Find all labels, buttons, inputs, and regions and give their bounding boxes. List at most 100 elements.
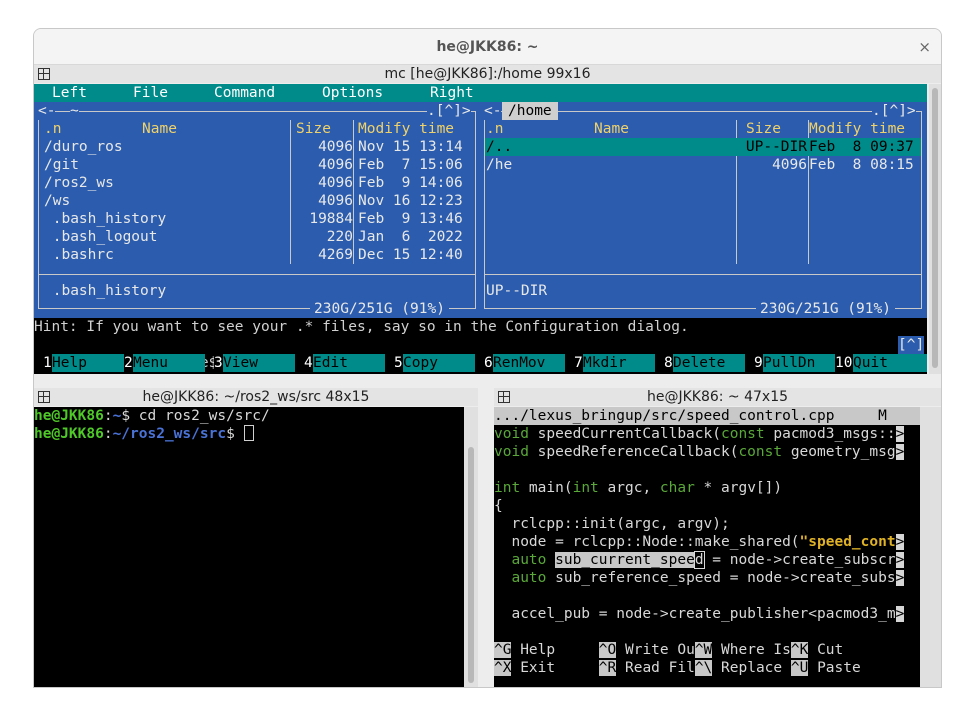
bottom-left-pane-titlebar[interactable]: he@JKK86: ~/ros2_ws/src 48x15	[34, 388, 478, 406]
fkey-pulldn[interactable]: PullDn	[763, 354, 835, 372]
right-file-panel[interactable]: <- /home .[^]> .n Name Size Modify time …	[480, 102, 927, 318]
menu-right[interactable]: Right	[430, 84, 474, 102]
fkey-number: 1	[43, 354, 52, 372]
right-col-modify[interactable]: Modify time	[809, 120, 905, 138]
code-line[interactable]: auto sub_reference_speed = node->create_…	[494, 569, 920, 587]
left-col-sort[interactable]: .n	[44, 120, 61, 138]
right-col-size[interactable]: Size	[746, 120, 781, 138]
file-row[interactable]: /ws 4096 Nov 16 12:23	[39, 192, 475, 210]
code-line[interactable]: {	[494, 497, 503, 515]
fkey-number: 7	[574, 354, 583, 372]
fkey-edit[interactable]: Edit	[313, 354, 385, 372]
shortcut-read-file[interactable]: ^R	[598, 660, 617, 676]
right-col-sort[interactable]: .n	[486, 120, 503, 138]
code-line[interactable]: void speedReferenceCallback(const geomet…	[494, 443, 920, 461]
fkey-delete[interactable]: Delete	[673, 354, 745, 372]
shortcut-where-is[interactable]: ^W	[694, 642, 713, 658]
bottom-left-scrollbar[interactable]	[464, 407, 478, 687]
midnight-commander: Left File Command Options Right <- ~ .[^…	[34, 84, 927, 374]
code-line[interactable]: int main(int argc, char * argv[])	[494, 479, 920, 497]
fkey-view[interactable]: View	[223, 354, 295, 372]
fkey-help[interactable]: Help	[52, 354, 124, 372]
left-panel-nav-left[interactable]: <-	[38, 102, 56, 120]
left-col-name[interactable]: Name	[142, 120, 177, 138]
shortcut-paste[interactable]: ^U	[790, 660, 809, 676]
menu-options[interactable]: Options	[322, 84, 383, 102]
left-col-modify[interactable]: Modify time	[358, 120, 454, 138]
pane-menu-icon[interactable]	[38, 68, 50, 80]
menu-command[interactable]: Command	[214, 84, 275, 102]
fkey-number: 10	[835, 354, 853, 372]
nano-header: .../lexus_bringup/src/speed_control.cpp …	[494, 407, 920, 425]
close-icon[interactable]: ×	[918, 29, 931, 65]
function-key-bar: 1 Help 2 Menu 3 View 4 Edit 5 Copy 6 RenMov 7M…	[34, 354, 927, 372]
code-line[interactable]: node = rclcpp::Node::make_shared("speed_…	[494, 533, 920, 551]
window-title: he@JKK86: ~	[34, 29, 941, 65]
nano-shortcuts-row1: ^G Help ^O Write Ou^W Where Is^K Cut	[494, 642, 844, 658]
text-cursor	[243, 425, 254, 441]
shortcut-replace[interactable]: ^\	[694, 660, 713, 676]
fkey-number: 6	[484, 354, 493, 372]
scrollbar-thumb[interactable]	[932, 88, 938, 368]
pane-menu-icon[interactable]	[38, 391, 50, 403]
nano-shortcuts-row2: ^X Exit ^R Read Fil^\ Replace ^U Paste	[494, 660, 861, 676]
file-row-selected[interactable]: /.. UP--DIR Feb 8 09:37	[485, 138, 921, 156]
mc-command-prompt[interactable]: he@JKK86:/home$ [^]	[34, 336, 927, 371]
top-pane-title: mc [he@JKK86]:/home 99x16	[384, 66, 591, 82]
mc-menubar: Left File Command Options Right	[34, 84, 927, 102]
fkey-menu[interactable]: Menu	[133, 354, 205, 372]
fkey-number: 8	[664, 354, 673, 372]
file-row[interactable]: /git 4096 Feb 7 15:06	[39, 156, 475, 174]
file-row[interactable]: .bash_history 19884 Feb 9 13:46	[39, 210, 475, 228]
right-col-name[interactable]: Name	[594, 120, 629, 138]
right-panel-history-button[interactable]: .[^]>	[872, 102, 916, 120]
right-panel-nav-left[interactable]: <-	[484, 102, 502, 120]
right-panel-path: /home	[502, 102, 558, 120]
shortcut-exit[interactable]: ^X	[494, 660, 512, 676]
fkey-number: 4	[304, 354, 313, 372]
shortcut-write-out[interactable]: ^O	[598, 642, 617, 658]
fkey-number: 5	[394, 354, 403, 372]
left-file-panel[interactable]: <- ~ .[^]> .n Name Size Modify time /dur…	[34, 102, 480, 318]
code-line[interactable]: accel_pub = node->create_publisher<pacmo…	[494, 605, 920, 623]
top-pane-scrollbar[interactable]	[929, 84, 941, 374]
fkey-quit[interactable]: Quit	[853, 354, 927, 372]
shortcut-help[interactable]: ^G	[494, 642, 512, 658]
code-line[interactable]: auto sub_current_speed = node->create_su…	[494, 551, 920, 569]
fkey-mkdir[interactable]: Mkdir	[583, 354, 655, 372]
top-pane-titlebar[interactable]: mc [he@JKK86]:/home 99x16	[34, 65, 941, 83]
left-panel-path: ~	[70, 102, 79, 120]
file-row[interactable]: /duro_ros 4096 Nov 15 13:14	[39, 138, 475, 156]
file-row[interactable]: .bashrc 4269 Dec 15 12:40	[39, 246, 475, 264]
bottom-right-pane-titlebar[interactable]: he@JKK86: ~ 47x15	[494, 388, 941, 406]
scrollbar-thumb[interactable]	[468, 447, 474, 683]
fkey-renmov[interactable]: RenMov	[493, 354, 565, 372]
fkey-number: 3	[214, 354, 223, 372]
code-line[interactable]: void speedCurrentCallback(const pacmod3_…	[494, 425, 920, 443]
shortcut-cut[interactable]: ^K	[790, 642, 809, 658]
left-col-size[interactable]: Size	[296, 120, 331, 138]
hint-line: Hint: If you want to see your .* files, …	[34, 319, 689, 335]
left-panel-history-button[interactable]: .[^]>	[427, 102, 471, 120]
code-line[interactable]: rclcpp::init(argc, argv);	[494, 515, 729, 533]
nano-editor[interactable]: .../lexus_bringup/src/speed_control.cpp …	[494, 407, 920, 687]
pane-menu-icon[interactable]	[498, 391, 510, 403]
terminal-line: he@JKK86:~/ros2_ws/src$	[34, 425, 254, 443]
bottom-right-scrollbar[interactable]	[920, 407, 941, 687]
fkey-copy[interactable]: Copy	[403, 354, 475, 372]
menu-left[interactable]: Left	[52, 84, 87, 102]
fkey-number: 2	[124, 354, 133, 372]
fkey-number: 9	[754, 354, 763, 372]
terminal-line: he@JKK86:~$ cd ros2_ws/src/	[34, 408, 270, 424]
menu-file[interactable]: File	[133, 84, 168, 102]
prompt-indicator[interactable]: [^]	[898, 336, 925, 354]
bottom-left-pane-title: he@JKK86: ~/ros2_ws/src 48x15	[142, 389, 370, 405]
left-panel-disk-usage: 230G/251G (91%)	[310, 300, 449, 318]
file-row[interactable]: /he 4096 Feb 8 08:15	[485, 156, 921, 174]
bottom-left-terminal[interactable]: he@JKK86:~$ cd ros2_ws/src/ he@JKK86:~/r…	[34, 407, 464, 687]
file-row[interactable]: /ros2_ws 4096 Feb 9 14:06	[39, 174, 475, 192]
file-row[interactable]: .bash_logout 220 Jan 6 2022	[39, 228, 475, 246]
left-panel-status: .bash_history	[44, 283, 167, 299]
bottom-right-pane-title: he@JKK86: ~ 47x15	[646, 389, 789, 405]
terminal-window: he@JKK86: ~ × mc [he@JKK86]:/home 99x16 …	[33, 28, 942, 688]
